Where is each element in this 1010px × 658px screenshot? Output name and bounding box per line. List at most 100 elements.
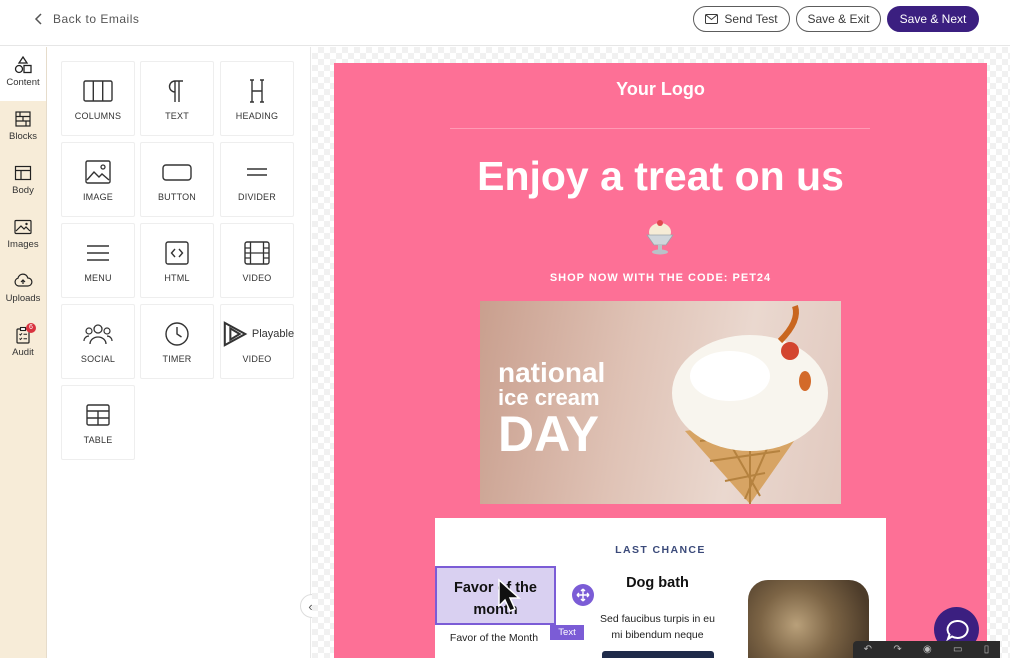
tile-label: COLUMNS	[74, 111, 122, 121]
top-bar: Back to Emails Send Test Save & Exit Sav…	[0, 0, 1010, 46]
sidebar-rail: Content Blocks Body Images Uploads Audit…	[0, 47, 47, 658]
save-next-label: Save & Next	[899, 12, 967, 26]
desktop-view-icon[interactable]: ▭	[953, 644, 962, 655]
tile-heading[interactable]: HEADING	[220, 61, 294, 136]
chat-bubble-icon	[945, 619, 969, 641]
users-icon	[83, 324, 113, 345]
playable-icon: Playable	[220, 321, 294, 347]
email-headline[interactable]: Enjoy a treat on us	[334, 153, 987, 200]
sidebar-item-blocks[interactable]: Blocks	[0, 101, 46, 155]
tile-video[interactable]: VIDEO	[220, 223, 294, 298]
sidebar-item-uploads[interactable]: Uploads	[0, 263, 46, 317]
tile-label: SOCIAL	[80, 354, 116, 364]
code-icon	[165, 241, 189, 265]
hero-image[interactable]: national ice cream DAY	[480, 301, 841, 504]
menu-icon	[87, 245, 109, 261]
sidebar-item-label: Audit	[12, 347, 34, 358]
save-exit-button[interactable]: Save & Exit	[796, 6, 881, 32]
tile-table[interactable]: TABLE	[61, 385, 135, 460]
tile-label: HTML	[164, 273, 190, 283]
canvas-toolbar: ↶ ↷ ◉ ▭ ▯	[853, 641, 1000, 658]
divider-icon	[247, 168, 267, 176]
mouse-cursor-icon	[498, 578, 521, 612]
audit-count-badge: 6	[26, 323, 36, 333]
sidebar-item-label: Blocks	[9, 131, 37, 142]
tile-image[interactable]: IMAGE	[61, 142, 135, 217]
film-icon	[244, 241, 270, 265]
tile-label: BUTTON	[157, 192, 197, 202]
email-divider[interactable]	[450, 128, 870, 129]
save-next-button[interactable]: Save & Next	[887, 6, 979, 32]
mail-icon	[705, 14, 719, 24]
move-handle-icon[interactable]	[572, 584, 594, 606]
tile-label: IMAGE	[82, 192, 113, 202]
ice-cream-sundae-icon[interactable]	[639, 215, 681, 257]
tile-label: DIVIDER	[238, 192, 276, 202]
tile-timer[interactable]: TIMER	[140, 304, 214, 379]
button-icon	[162, 164, 192, 181]
mobile-view-icon[interactable]: ▯	[984, 644, 990, 655]
send-test-label: Send Test	[724, 12, 778, 26]
heading-icon	[250, 79, 264, 103]
selected-text-block[interactable]: Favor of the month	[435, 566, 556, 625]
columns-icon	[83, 80, 113, 102]
back-label: Back to Emails	[53, 12, 140, 26]
hero-line-1: national	[498, 357, 606, 388]
selection-type-tag: Text	[550, 625, 584, 640]
back-to-emails-link[interactable]: Back to Emails	[34, 12, 139, 26]
image-icon	[14, 219, 32, 235]
clock-icon	[165, 322, 189, 346]
shapes-icon	[14, 55, 32, 74]
undo-icon[interactable]: ↶	[864, 644, 872, 655]
table-icon	[86, 404, 110, 426]
col1-title[interactable]: Favor of the month	[437, 577, 554, 621]
tile-html[interactable]: HTML	[140, 223, 214, 298]
layout-icon	[14, 165, 32, 181]
tile-playable-video[interactable]: Playable VIDEO	[220, 304, 294, 379]
email-canvas[interactable]: Your Logo Enjoy a treat on us SHOP NOW W…	[312, 47, 1010, 658]
sidebar-item-body[interactable]: Body	[0, 155, 46, 209]
tile-social[interactable]: SOCIAL	[61, 304, 135, 379]
blocks-icon	[15, 111, 31, 127]
image-icon	[85, 160, 111, 184]
tile-label: VIDEO	[242, 273, 272, 283]
sidebar-item-content[interactable]: Content	[0, 47, 46, 101]
col2-title[interactable]: Dog bath	[595, 575, 720, 591]
col2-button[interactable]	[602, 651, 714, 658]
send-test-button[interactable]: Send Test	[693, 6, 790, 32]
hero-title: national ice cream DAY	[498, 357, 606, 462]
tile-columns[interactable]: COLUMNS	[61, 61, 135, 136]
card-kicker[interactable]: LAST CHANCE	[435, 544, 886, 556]
cloud-upload-icon	[14, 273, 33, 287]
sidebar-item-audit[interactable]: Audit 6	[0, 317, 46, 371]
hero-line-3: DAY	[498, 406, 599, 462]
promo-code-line[interactable]: SHOP NOW WITH THE CODE: PET24	[334, 272, 987, 284]
sidebar-item-label: Body	[12, 185, 34, 196]
ice-cream-cone-illustration	[672, 305, 828, 504]
sidebar-item-label: Uploads	[5, 293, 41, 304]
tile-label: MENU	[84, 273, 112, 283]
tile-label: TABLE	[83, 435, 113, 445]
tile-text[interactable]: TEXT	[140, 61, 214, 136]
email-logo[interactable]: Your Logo	[334, 79, 987, 100]
save-exit-label: Save & Exit	[807, 12, 870, 26]
tile-label: VIDEO	[242, 354, 272, 364]
sidebar-item-images[interactable]: Images	[0, 209, 46, 263]
chevron-left-icon	[34, 13, 42, 25]
content-panel: COLUMNS TEXT HEADING IMAGE BUTTON DIVIDE…	[47, 47, 311, 658]
dog-treats-image[interactable]	[748, 580, 869, 658]
pilcrow-icon	[168, 80, 183, 102]
col2-body[interactable]: Sed faucibus turpis in eu mi bibendum ne…	[595, 611, 720, 643]
tile-button[interactable]: BUTTON	[140, 142, 214, 217]
playable-brand: Playable	[251, 328, 295, 340]
preview-icon[interactable]: ◉	[923, 644, 932, 655]
tile-label: TIMER	[162, 354, 192, 364]
tile-divider[interactable]: DIVIDER	[220, 142, 294, 217]
sidebar-item-label: Images	[7, 239, 39, 250]
tile-label: TEXT	[165, 111, 189, 121]
tile-menu[interactable]: MENU	[61, 223, 135, 298]
email-body[interactable]: Your Logo Enjoy a treat on us SHOP NOW W…	[334, 63, 987, 658]
sidebar-item-label: Content	[6, 77, 40, 88]
redo-icon[interactable]: ↷	[893, 644, 901, 655]
col1-subtitle[interactable]: Favor of the Month	[435, 632, 553, 644]
